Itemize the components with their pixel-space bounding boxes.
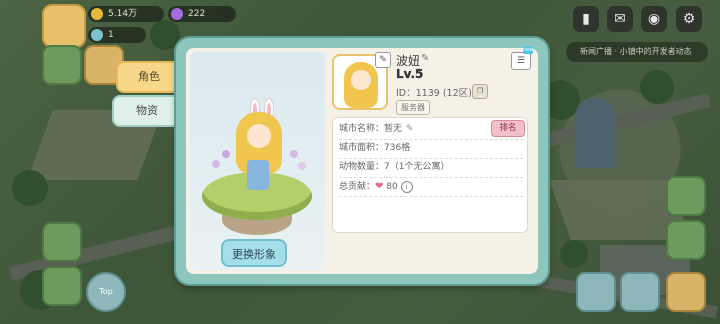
right-menu-button-5[interactable] (620, 272, 660, 312)
top-button[interactable]: Top (86, 272, 126, 312)
animal-count-row: 动物数量：7（1个无公寓） (339, 158, 523, 178)
heart-icon: ❤ (375, 181, 384, 192)
edit-city-name-icon[interactable]: ✎ (406, 124, 414, 134)
character-face (247, 124, 271, 148)
side-menu-button-1[interactable] (42, 45, 82, 85)
right-menu-button-3[interactable] (666, 272, 706, 312)
gold-counter: 5.14万 (88, 6, 164, 22)
gem-amount: 222 (188, 9, 206, 19)
contribution-row: 总贡献：❤ 80 i (339, 177, 523, 197)
player-id: ID：1139 (12区) (396, 88, 472, 99)
side-menu-button-4[interactable] (42, 266, 82, 306)
copy-id-icon[interactable]: ❐ (472, 84, 488, 99)
city-name-label: 城市名称： (339, 124, 385, 134)
settings-gear-icon[interactable]: ⚙ (676, 6, 702, 32)
camera-icon[interactable]: ◉ (641, 6, 667, 32)
gem-counter: 222 (168, 6, 236, 22)
flower-decoration (290, 150, 298, 158)
city-area-row: 城市面积：736格 (339, 139, 523, 159)
gold-coin-icon (91, 8, 103, 20)
right-menu-button-4[interactable] (576, 272, 616, 312)
character-overalls (247, 160, 269, 190)
player-avatar[interactable] (42, 4, 86, 48)
news-ticker[interactable]: 新闻广播 · 小镇中的开发者动态 (566, 42, 708, 62)
right-menu-button-2[interactable] (666, 220, 706, 260)
right-menu-button-1[interactable] (666, 176, 706, 216)
gold-amount: 5.14万 (108, 9, 138, 19)
tab-character[interactable]: 角色 (116, 61, 182, 93)
new-badge: new (523, 47, 534, 54)
flower-decoration (298, 162, 306, 170)
info-icon[interactable]: i (400, 180, 413, 193)
flower-decoration (212, 160, 220, 168)
city-name-value: 暂无 (384, 124, 403, 134)
ticket-amount: 1 (108, 30, 114, 40)
player-level: Lv.5 (396, 67, 424, 81)
bag-icon[interactable]: ▮ (573, 6, 599, 32)
flower-decoration (222, 150, 230, 158)
contribution-value: 80 (386, 182, 398, 192)
edit-avatar-icon[interactable]: ✎ (375, 52, 391, 68)
ticket-counter: 1 (88, 27, 146, 43)
gem-icon (171, 8, 183, 20)
mail-icon[interactable]: ✉ (607, 6, 633, 32)
ticket-icon (91, 29, 103, 41)
rank-button[interactable]: 排名 (491, 120, 525, 137)
change-appearance-button[interactable]: 更换形象 (221, 239, 287, 267)
profile-card-icon[interactable]: ☰ (511, 52, 531, 70)
edit-name-icon[interactable]: ✎ (421, 53, 429, 64)
server-tag[interactable]: 服务器 (396, 100, 430, 115)
contribution-label: 总贡献： (339, 182, 376, 192)
side-menu-button-3[interactable] (42, 222, 82, 262)
tab-supplies[interactable]: 物资 (112, 95, 182, 127)
